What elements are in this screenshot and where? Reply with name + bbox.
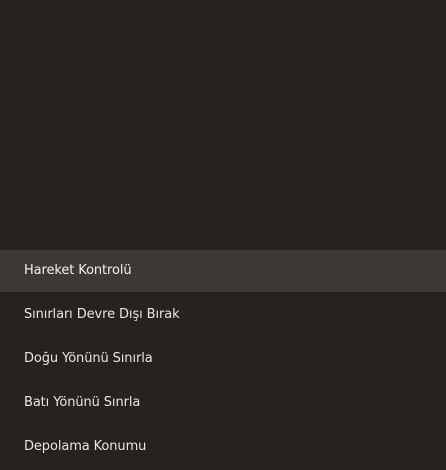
menu-item-sinirlari-devre-disi-birak[interactable]: Sınırları Devre Dışı Bırak (0, 294, 446, 336)
menu-item-depolama-konumu[interactable]: Depolama Konumu (0, 426, 446, 468)
menu-item-bati-yonunu-sinirla[interactable]: Batı Yönünü Sınrla (0, 382, 446, 424)
menu-item-hareket-kontrolu[interactable]: Hareket Kontrolü (0, 250, 446, 292)
menu-item-dogu-yonunu-sinirla[interactable]: Doğu Yönünü Sınırla (0, 338, 446, 380)
options-menu: Hareket Kontrolü Sınırları Devre Dışı Bı… (0, 250, 446, 470)
tv-screen: Hareket Kontrolü Sınırları Devre Dışı Bı… (0, 0, 446, 459)
